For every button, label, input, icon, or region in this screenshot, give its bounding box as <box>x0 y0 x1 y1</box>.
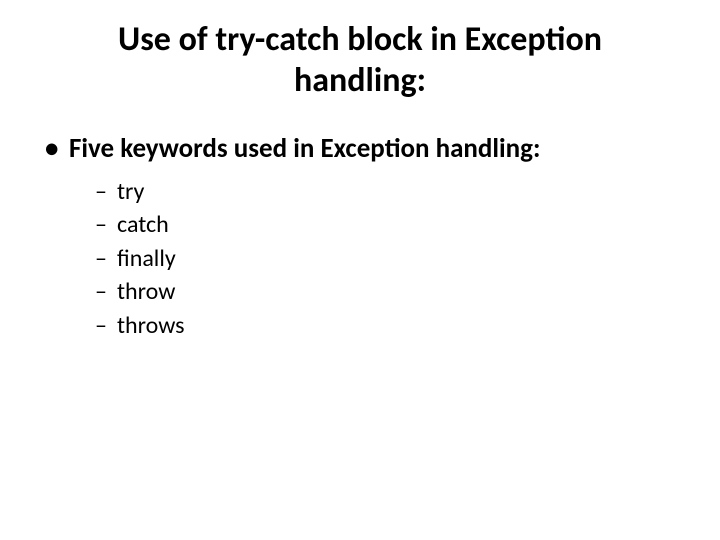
slide-title: Use of try-catch block in Exception hand… <box>40 20 680 102</box>
sub-bullet-list: try catch finally throw throws <box>40 175 680 343</box>
sub-bullet-item: throw <box>95 275 680 309</box>
sub-bullet-item: finally <box>95 242 680 276</box>
sub-bullet-item: throws <box>95 309 680 343</box>
sub-bullet-item: catch <box>95 208 680 242</box>
sub-bullet-item: try <box>95 175 680 209</box>
bullet-main: Five keywords used in Exception handling… <box>40 132 680 165</box>
bullet-list: Five keywords used in Exception handling… <box>40 132 680 343</box>
